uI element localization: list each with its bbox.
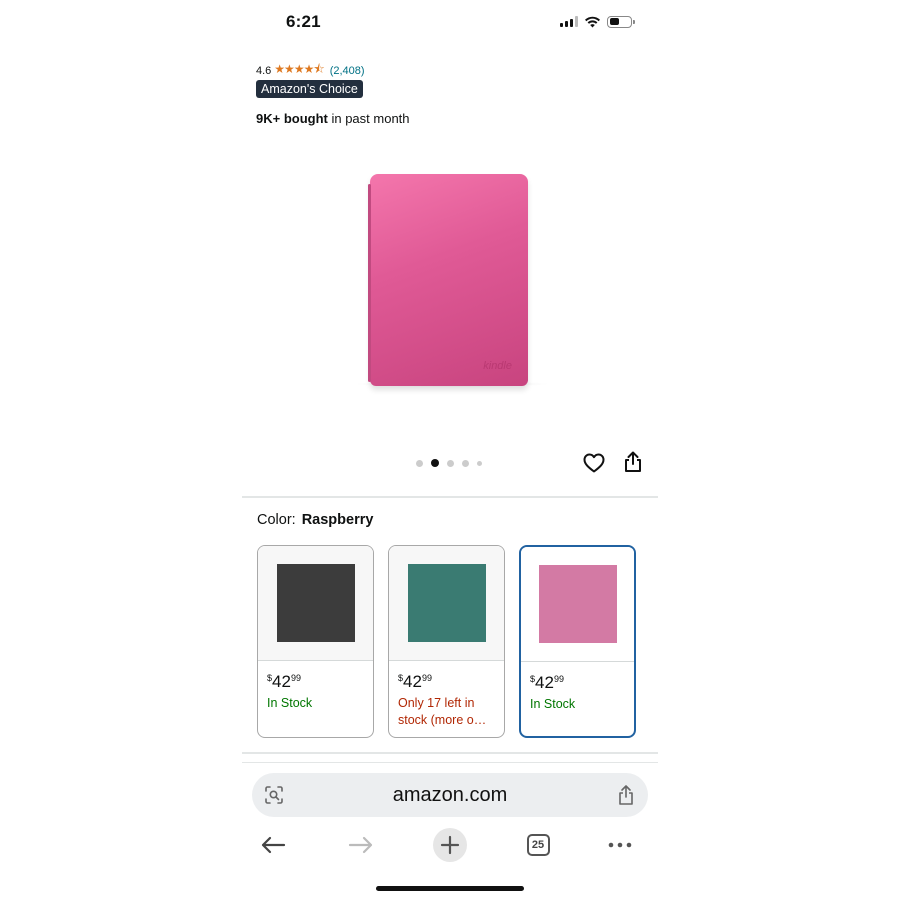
color-selector-label: Color: Raspberry bbox=[257, 512, 373, 528]
rating-row[interactable]: 4.6 ★★★★⯪ (2,408) bbox=[256, 60, 365, 81]
color-option-green[interactable]: $42 99 Only 17 left in stock (more o… bbox=[388, 545, 505, 738]
price-fraction: 99 bbox=[553, 674, 564, 684]
color-option-black[interactable]: $42 99 In Stock bbox=[257, 545, 374, 738]
battery-level bbox=[609, 18, 619, 25]
url-bar[interactable]: amazon.com bbox=[252, 773, 648, 817]
stock-status: In Stock bbox=[530, 697, 576, 711]
forward-arrow-icon bbox=[348, 836, 373, 854]
new-tab-circle bbox=[433, 828, 467, 862]
swatch-image-area bbox=[521, 547, 634, 662]
status-icons bbox=[560, 15, 635, 28]
product-image[interactable]: kindle bbox=[368, 174, 528, 386]
plus-icon bbox=[440, 835, 460, 855]
swatch-color bbox=[538, 565, 617, 643]
rating-value: 4.6 bbox=[256, 64, 272, 77]
carousel-dot[interactable] bbox=[462, 459, 469, 467]
divider bbox=[242, 762, 658, 763]
new-tab-button[interactable] bbox=[433, 828, 467, 862]
carousel-dot[interactable] bbox=[431, 459, 439, 467]
tabs-button[interactable]: 25 bbox=[521, 829, 555, 861]
phone-screen: 6:21 4.6 ★★★★⯪ (2,408) Amazon's Choice 9… bbox=[242, 0, 658, 900]
carousel-dot[interactable] bbox=[447, 459, 454, 467]
back-arrow-icon bbox=[261, 836, 286, 854]
swatch-price: $42 99 bbox=[398, 672, 504, 692]
swatch-image-area bbox=[389, 546, 504, 661]
swatch-price: $42 99 bbox=[267, 672, 373, 692]
image-carousel-dots[interactable] bbox=[416, 459, 482, 467]
signal-icon bbox=[560, 16, 578, 27]
battery-icon bbox=[607, 15, 635, 28]
forward-button[interactable] bbox=[344, 829, 378, 861]
price-whole: 42 bbox=[535, 673, 554, 692]
color-option-raspberry[interactable]: $42 99 In Stock bbox=[519, 545, 636, 738]
share-button[interactable] bbox=[621, 450, 645, 474]
bought-count: 9K+ bought bbox=[256, 111, 328, 126]
carousel-dot[interactable] bbox=[416, 459, 423, 467]
home-indicator[interactable] bbox=[376, 886, 524, 891]
swatch-price: $42 99 bbox=[530, 673, 634, 693]
share-icon bbox=[625, 451, 641, 472]
carousel-dot[interactable] bbox=[477, 460, 482, 466]
star-rating-icon: ★★★★⯪ bbox=[274, 62, 324, 76]
share-icon[interactable] bbox=[616, 784, 636, 806]
divider bbox=[242, 496, 658, 498]
wifi-icon bbox=[585, 16, 600, 28]
price-fraction: 99 bbox=[421, 673, 432, 683]
swatch-color bbox=[276, 564, 355, 642]
swatch-color bbox=[407, 564, 486, 642]
price-fraction: 99 bbox=[290, 673, 301, 683]
amazons-choice-badge: Amazon's Choice bbox=[256, 80, 363, 98]
bought-in-past-month: 9K+ bought in past month bbox=[256, 111, 410, 126]
price-whole: 42 bbox=[403, 672, 422, 691]
rating-count-link[interactable]: (2,408) bbox=[330, 65, 365, 77]
more-icon bbox=[608, 842, 632, 848]
heart-icon bbox=[583, 453, 605, 473]
url-text[interactable]: amazon.com bbox=[252, 784, 648, 807]
stock-status: Only 17 left in stock (more o… bbox=[398, 696, 487, 727]
swatch-image-area bbox=[258, 546, 373, 661]
selected-color: Raspberry bbox=[301, 512, 374, 528]
stock-status: In Stock bbox=[267, 696, 313, 710]
more-button[interactable] bbox=[603, 829, 637, 861]
divider bbox=[242, 752, 658, 754]
bought-suffix: in past month bbox=[327, 111, 410, 126]
price-whole: 42 bbox=[272, 672, 291, 691]
tabs-icon: 25 bbox=[526, 834, 550, 856]
kindle-logo: kindle bbox=[483, 360, 512, 372]
back-button[interactable] bbox=[256, 829, 290, 861]
wishlist-button[interactable] bbox=[582, 451, 606, 475]
status-time: 6:21 bbox=[286, 12, 321, 31]
color-label: Color: bbox=[257, 512, 296, 528]
